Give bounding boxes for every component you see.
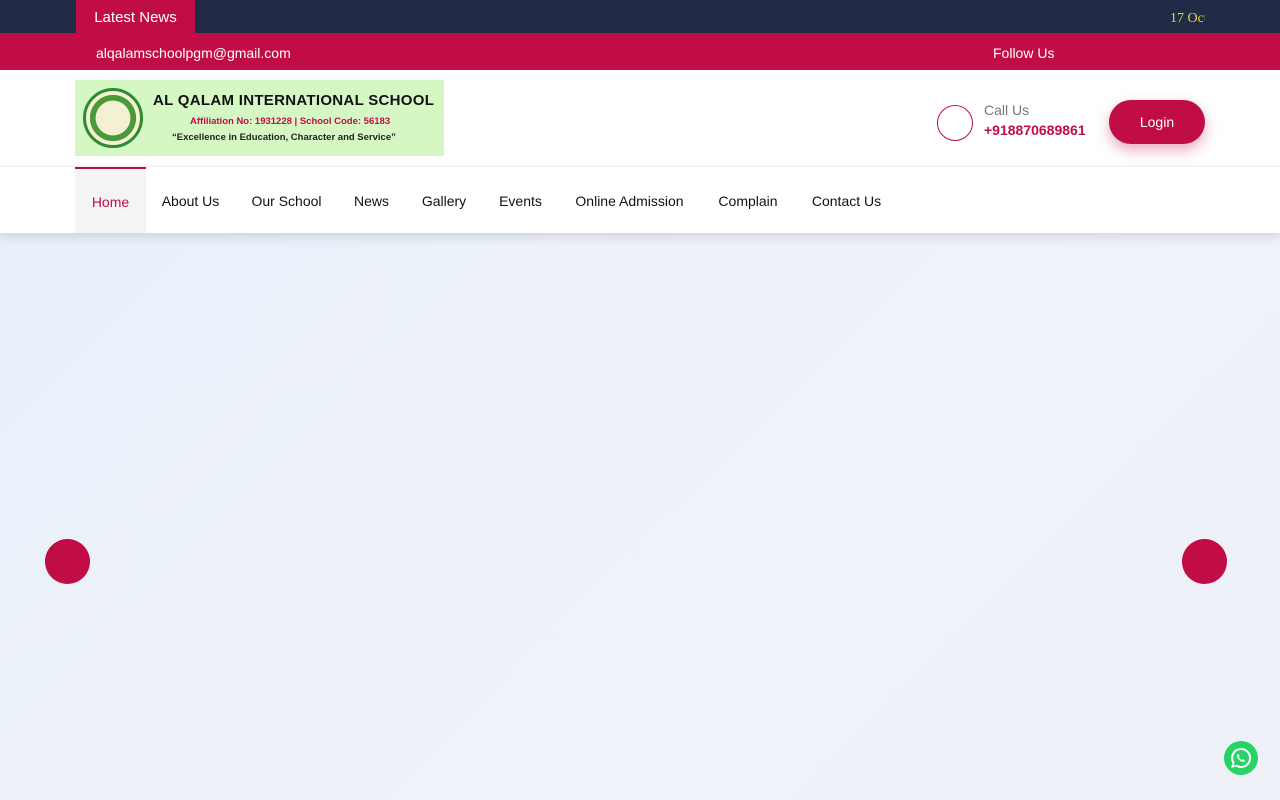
latest-news-label: Latest News: [76, 0, 195, 33]
school-emblem-icon: [83, 88, 143, 148]
call-us-number[interactable]: +918870689861: [984, 122, 1086, 138]
nav-item-home[interactable]: Home: [75, 167, 146, 233]
nav-item-complain[interactable]: Complain: [701, 167, 795, 233]
logo-affiliation: Affiliation No: 1931228 | School Code: 5…: [190, 116, 391, 127]
slider-prev-button[interactable]: [45, 539, 90, 584]
nav-item-events[interactable]: Events: [483, 167, 558, 233]
news-bar: Latest News 17 Oct: [0, 0, 1280, 33]
slider-next-button[interactable]: [1182, 539, 1227, 584]
login-button[interactable]: Login: [1109, 100, 1205, 144]
nav-item-about-us[interactable]: About Us: [146, 167, 235, 233]
phone-icon: [937, 105, 973, 141]
contact-email-link[interactable]: alqalamschoolpgm@gmail.com: [96, 33, 291, 73]
hero-slider: [0, 233, 1280, 800]
nav-item-gallery[interactable]: Gallery: [405, 167, 483, 233]
nav-item-our-school[interactable]: Our School: [235, 167, 338, 233]
logo-title: AL QALAM INTERNATIONAL SCHOOL: [153, 92, 435, 109]
nav-item-online-admission[interactable]: Online Admission: [558, 167, 701, 233]
nav-item-news[interactable]: News: [338, 167, 405, 233]
school-logo[interactable]: AL QALAM INTERNATIONAL SCHOOL Affiliatio…: [75, 80, 444, 156]
nav-item-contact-us[interactable]: Contact Us: [795, 167, 898, 233]
follow-us-label: Follow Us: [993, 45, 1055, 61]
news-ticker[interactable]: 17 Oct: [1170, 0, 1205, 33]
site-header: AL QALAM INTERNATIONAL SCHOOL Affiliatio…: [0, 70, 1280, 166]
whatsapp-icon[interactable]: [1224, 741, 1258, 775]
main-nav: Home About Us Our School News Gallery Ev…: [0, 166, 1280, 233]
contact-bar: alqalamschoolpgm@gmail.com Follow Us: [0, 33, 1280, 70]
logo-motto: “Excellence in Education, Character and …: [172, 132, 396, 143]
call-us-label: Call Us: [984, 102, 1030, 118]
